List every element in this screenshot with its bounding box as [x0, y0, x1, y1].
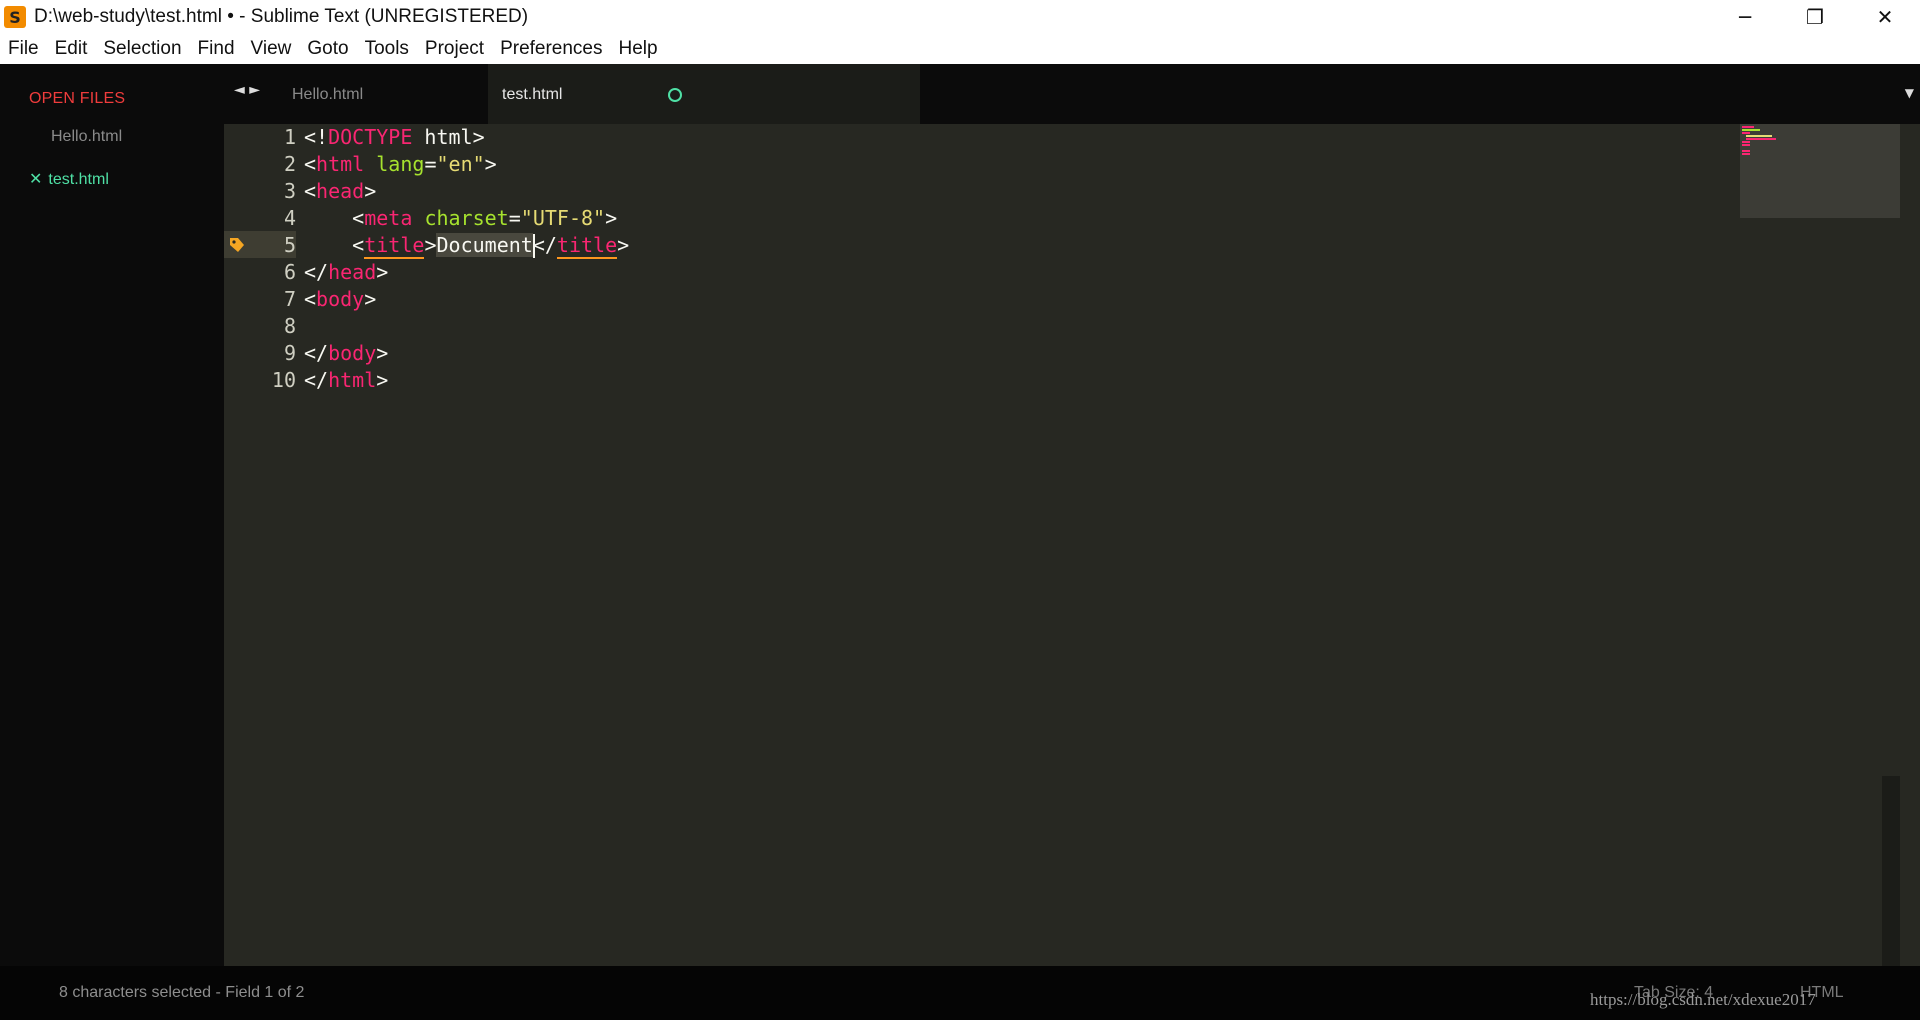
- menu-tools[interactable]: Tools: [357, 34, 417, 64]
- code-line: <!DOCTYPE html>: [304, 124, 485, 151]
- line-number: 4: [283, 206, 296, 230]
- code-token: title: [364, 233, 425, 259]
- code-token: <: [304, 179, 317, 203]
- tab-label: test.html: [502, 86, 563, 103]
- menu-find[interactable]: Find: [190, 34, 243, 64]
- code-token: <: [304, 287, 317, 311]
- sidebar-file-label: test.html: [48, 171, 109, 188]
- line-number: 6: [283, 260, 296, 284]
- code-line: <head>: [304, 178, 376, 205]
- code-token: <: [304, 206, 365, 230]
- code-token: </: [532, 233, 557, 257]
- line-number: 1: [283, 125, 296, 149]
- minimap-preview: [1742, 126, 1776, 155]
- code-token: charset: [424, 206, 509, 230]
- menu-project[interactable]: Project: [417, 34, 492, 64]
- code-token: body: [316, 287, 365, 311]
- code-token: head: [328, 260, 377, 284]
- minimap[interactable]: [1740, 124, 1900, 218]
- tab-test[interactable]: test.html: [488, 64, 920, 124]
- title-bar: S D:\web-study\test.html • - Sublime Tex…: [0, 0, 1920, 34]
- line-number: 3: [283, 179, 296, 203]
- code-token: meta: [364, 206, 413, 230]
- code-token: =: [508, 206, 521, 230]
- code-line: <html lang="en">: [304, 151, 497, 178]
- line-number: 5: [283, 233, 296, 257]
- line-number: 9: [283, 341, 296, 365]
- code-line: </head>: [304, 259, 388, 286]
- scrollbar-thumb[interactable]: [1882, 776, 1900, 966]
- close-button[interactable]: ✕: [1850, 0, 1920, 34]
- code-token: html: [328, 368, 377, 392]
- code-token: <!: [304, 125, 329, 149]
- code-line: <body>: [304, 286, 376, 313]
- code-token: >: [484, 152, 497, 176]
- text-caret: [533, 234, 535, 258]
- code-editor[interactable]: 1 2 3 4 5 6 7 8 9 10 <!DOCTYPE html> <ht…: [224, 124, 1900, 966]
- code-token: "UTF-8": [520, 206, 606, 230]
- menu-preferences[interactable]: Preferences: [492, 34, 610, 64]
- code-token: body: [328, 341, 377, 365]
- code-token: </: [304, 341, 329, 365]
- code-token: title: [556, 233, 618, 259]
- code-line: <meta charset="UTF-8">: [304, 205, 617, 232]
- line-number: 2: [283, 152, 296, 176]
- code-line: </body>: [304, 340, 388, 367]
- sublime-app-icon: S: [4, 6, 26, 28]
- menu-selection[interactable]: Selection: [95, 34, 189, 64]
- watermark-url: https://blog.csdn.net/xdexue2017: [1590, 990, 1816, 1009]
- code-token: >: [364, 287, 377, 311]
- code-token: >: [376, 341, 389, 365]
- code-token: html>: [412, 125, 485, 149]
- code-token: >: [424, 233, 437, 257]
- sidebar: OPEN FILES Hello.html ✕ test.html: [0, 64, 224, 966]
- code-token: >: [364, 179, 377, 203]
- tab-bar: ◄ ► Hello.html test.html ▼: [224, 64, 1920, 124]
- code-token: html: [316, 152, 365, 176]
- window-title: D:\web-study\test.html • - Sublime Text …: [34, 6, 529, 27]
- code-line: <title>Document</title>: [304, 232, 629, 259]
- code-line: </html>: [304, 367, 388, 394]
- tab-label: Hello.html: [292, 86, 364, 103]
- line-number: 7: [283, 287, 296, 311]
- sidebar-heading: OPEN FILES: [29, 90, 126, 107]
- selected-text: Document: [436, 233, 533, 257]
- close-icon[interactable]: ✕: [29, 169, 42, 188]
- code-token: <: [304, 233, 365, 257]
- menu-edit[interactable]: Edit: [47, 34, 96, 64]
- minimize-button[interactable]: ─: [1710, 0, 1780, 34]
- line-number: 8: [283, 314, 296, 338]
- restore-button[interactable]: ❐: [1780, 0, 1850, 34]
- sidebar-file-label: Hello.html: [51, 128, 123, 145]
- code-token: </: [304, 368, 329, 392]
- line-gutter: 1 2 3 4 5 6 7 8 9 10: [224, 124, 296, 966]
- menu-bar: File Edit Selection Find View Goto Tools…: [0, 34, 1920, 64]
- code-token: >: [376, 260, 389, 284]
- code-token: head: [316, 179, 365, 203]
- code-token: </: [304, 260, 329, 284]
- code-token: DOCTYPE: [328, 125, 413, 149]
- code-token: <: [304, 152, 317, 176]
- code-token: lang: [376, 152, 425, 176]
- sidebar-file-hello[interactable]: Hello.html: [51, 128, 122, 146]
- line-number: 10: [271, 368, 296, 392]
- code-token: "en": [436, 152, 485, 176]
- code-token: =: [424, 152, 437, 176]
- menu-view[interactable]: View: [243, 34, 300, 64]
- unsaved-indicator-icon[interactable]: [668, 88, 682, 102]
- code-token: >: [376, 368, 389, 392]
- menu-help[interactable]: Help: [611, 34, 666, 64]
- tab-dropdown-icon[interactable]: ▼: [1905, 86, 1914, 100]
- code-token: >: [617, 233, 630, 257]
- code-token: >: [605, 206, 618, 230]
- tag-icon: [230, 238, 244, 252]
- sidebar-file-test[interactable]: ✕ test.html: [29, 169, 109, 189]
- status-selection-info: 8 characters selected - Field 1 of 2: [59, 984, 305, 1001]
- menu-goto[interactable]: Goto: [299, 34, 356, 64]
- menu-file[interactable]: File: [0, 34, 47, 64]
- tab-hello[interactable]: Hello.html: [246, 64, 506, 124]
